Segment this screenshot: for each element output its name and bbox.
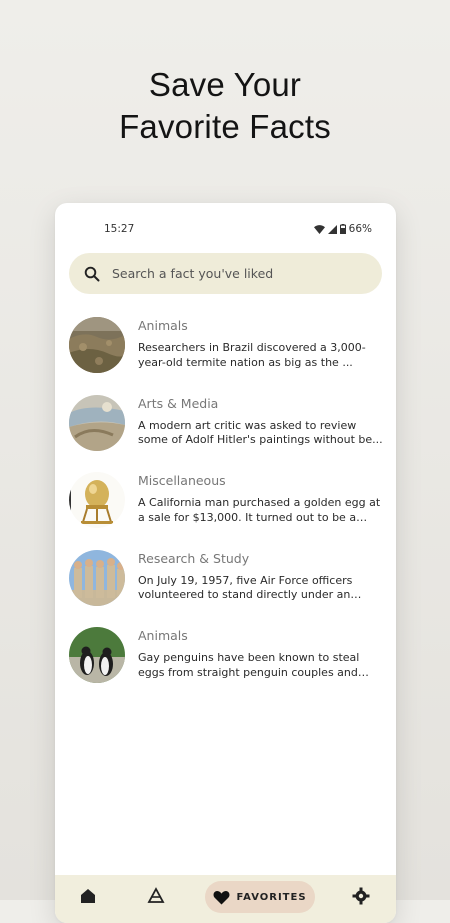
list-item[interactable]: Arts & Media A modern art critic was ask… (55, 394, 396, 473)
termite-mounds-image (69, 317, 125, 373)
fact-text: A California man purchased a golden egg … (138, 496, 381, 524)
nav-settings[interactable] (352, 887, 374, 909)
status-icons: 66% (313, 223, 372, 235)
explore-icon[interactable] (147, 887, 165, 905)
search-bar[interactable] (69, 253, 382, 294)
list-item[interactable]: Research & Study On July 19, 1957, five … (55, 549, 396, 628)
status-time: 15:27 (104, 223, 135, 235)
fact-category: Arts & Media (138, 395, 219, 411)
fact-text: Researchers in Brazil discovered a 3,000… (138, 341, 366, 369)
search-icon[interactable] (84, 266, 100, 282)
list-item[interactable]: Miscellaneous A California man purchased… (55, 472, 396, 550)
battery-percent: 66% (348, 223, 372, 235)
golden-egg-image (69, 472, 125, 528)
penguins-image (69, 627, 125, 683)
fact-category: Miscellaneous (138, 473, 226, 488)
fact-text: Gay penguins have been known to steal eg… (138, 651, 360, 679)
settings-icon[interactable] (352, 887, 370, 905)
home-icon[interactable] (79, 887, 97, 905)
heart-icon[interactable] (213, 890, 230, 905)
air-force-officers-image (69, 549, 125, 606)
signal-icon (327, 224, 337, 234)
fact-category: Research & Study (138, 550, 250, 566)
fact-text: On July 19, 1957, five Air Force officer… (138, 573, 353, 602)
battery-icon (339, 224, 346, 234)
favorites-list: Animals Researchers in Brazil discovered… (55, 317, 396, 705)
fact-text: A modern art critic was asked to review … (138, 418, 383, 447)
favorites-label: FAVORITES (236, 891, 307, 903)
status-bar: 15:27 66% (104, 222, 372, 236)
headline: Save Your Favorite Facts (0, 64, 450, 148)
list-item[interactable]: Animals Researchers in Brazil discovered… (55, 317, 396, 395)
fact-category: Animals (138, 318, 188, 333)
painting-image (69, 394, 125, 451)
wifi-icon (313, 224, 325, 234)
fact-category: Animals (138, 628, 188, 643)
headline-line-2: Favorite Facts (119, 108, 331, 145)
list-item[interactable]: Animals Gay penguins have been known to … (55, 627, 396, 705)
search-input[interactable] (110, 265, 364, 282)
nav-home[interactable] (79, 887, 101, 909)
headline-line-1: Save Your (148, 66, 302, 103)
bottom-nav: FAVORITES (55, 875, 396, 923)
phone-screen: 15:27 66% Search a fact you've liked Ani… (55, 203, 396, 923)
nav-favorites[interactable]: FAVORITES (205, 881, 315, 913)
nav-explore[interactable] (147, 887, 169, 909)
